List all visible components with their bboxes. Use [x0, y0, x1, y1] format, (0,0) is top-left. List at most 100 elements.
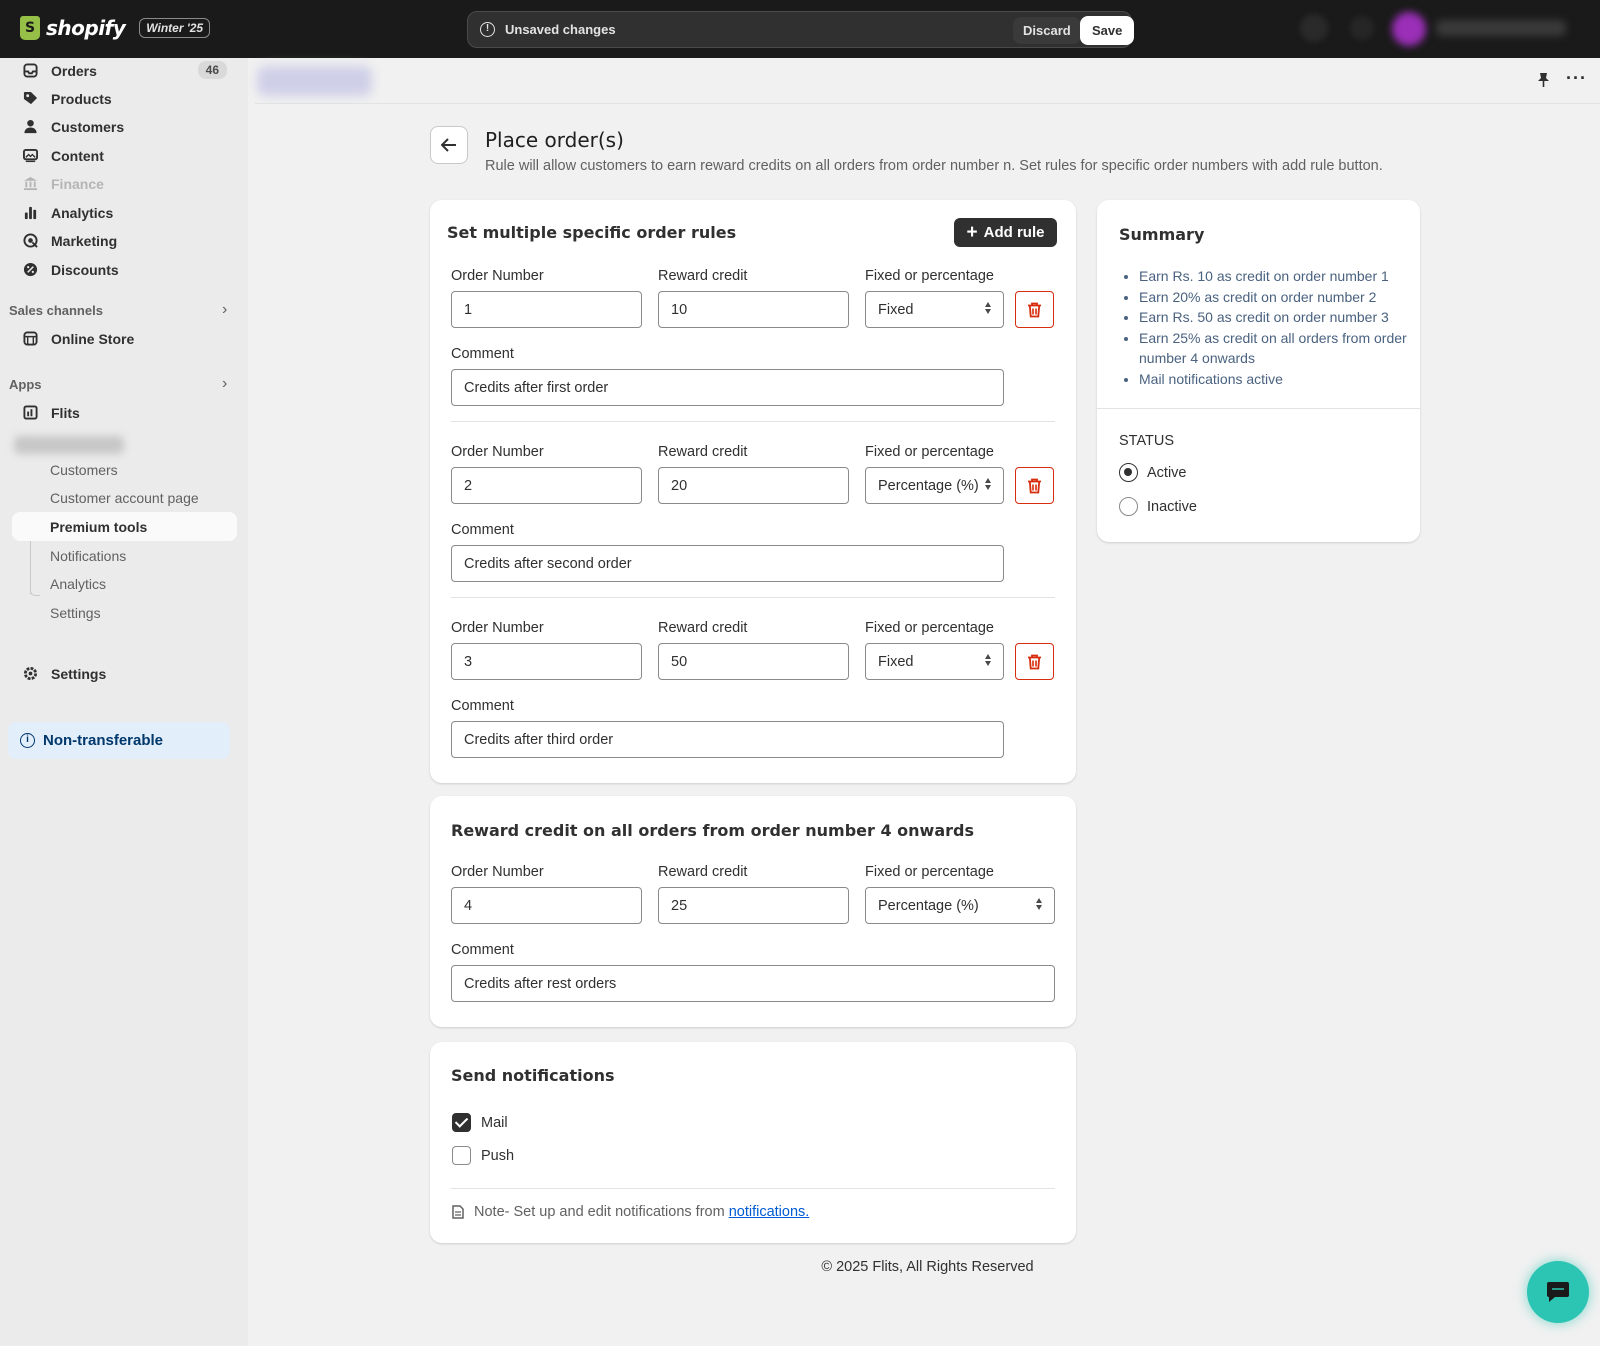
comment-input[interactable]: Credits after first order [451, 369, 1004, 406]
reward-credit-input[interactable]: 20 [658, 467, 849, 504]
chat-button[interactable] [1527, 1261, 1589, 1323]
notifications-card-title: Send notifications [451, 1066, 615, 1085]
reward-credit-label: Reward credit [658, 268, 748, 284]
blurred-app-item[interactable] [14, 436, 124, 454]
sidebar-item-label: Customers [51, 118, 125, 135]
footer-copyright: © 2025 Flits, All Rights Reserved [821, 1259, 1034, 1275]
bell-icon[interactable] [1350, 16, 1374, 40]
type-label: Fixed or percentage [865, 444, 994, 460]
comment-label: Comment [451, 942, 514, 958]
sub-item-analytics[interactable]: Analytics [12, 569, 237, 598]
type-label: Fixed or percentage [865, 620, 994, 636]
list-item: Earn Rs. 10 as credit on order number 1 [1139, 266, 1409, 287]
reward-credit-input[interactable]: 10 [658, 291, 849, 328]
list-item: Earn Rs. 50 as credit on order number 3 [1139, 307, 1409, 328]
app-header: ··· [255, 58, 1600, 104]
sidebar-item-orders[interactable]: Orders 46 [12, 56, 237, 85]
trash-icon [1028, 654, 1041, 669]
mail-checkbox[interactable] [452, 1113, 471, 1132]
add-rule-button[interactable]: + Add rule [954, 218, 1057, 247]
store-name[interactable] [1436, 20, 1566, 36]
sidebar-item-label: Content [51, 147, 104, 164]
notifications-divider [451, 1188, 1055, 1189]
sidebar-item-content[interactable]: Content [12, 141, 237, 170]
inbox-icon [22, 62, 39, 79]
save-button[interactable]: Save [1080, 16, 1135, 45]
type-select-value: Percentage (%) [878, 897, 979, 914]
push-checkbox[interactable] [452, 1146, 471, 1165]
top-bar: shopify Winter '25 ! Unsaved changes Dis… [0, 0, 1600, 58]
trash-icon [1028, 302, 1041, 317]
mail-checkbox-row[interactable]: Mail [452, 1113, 508, 1132]
shopify-logo[interactable]: shopify Winter '25 [20, 16, 211, 40]
sidebar-item-finance[interactable]: Finance [12, 169, 237, 198]
notifications-link[interactable]: notifications. [729, 1204, 810, 1220]
sub-item-notifications[interactable]: Notifications [12, 541, 237, 570]
sub-item-customers[interactable]: Customers [12, 455, 237, 484]
sidebar-item-label: Flits [51, 404, 80, 421]
comment-label: Comment [451, 698, 514, 714]
target-icon [22, 232, 39, 249]
chevron-right-icon[interactable]: › [222, 301, 227, 319]
sidebar-item-products[interactable]: Products [12, 84, 237, 113]
sidebar-item-customers[interactable]: Customers [12, 112, 237, 141]
add-rule-label: Add rule [983, 224, 1045, 241]
document-icon [452, 1205, 464, 1219]
delete-rule-button[interactable] [1015, 467, 1054, 504]
reward-credit-input[interactable]: 25 [658, 887, 849, 924]
rule-divider [451, 597, 1055, 598]
sub-item-settings[interactable]: Settings [12, 598, 237, 627]
active-radio[interactable] [1119, 463, 1138, 482]
order-number-label: Order Number [451, 444, 544, 460]
reward-credit-input[interactable]: 50 [658, 643, 849, 680]
delete-rule-button[interactable] [1015, 291, 1054, 328]
trash-icon [1028, 478, 1041, 493]
sidebar-item-flits[interactable]: Flits [12, 398, 237, 427]
sidebar-item-settings[interactable]: Settings [12, 659, 237, 688]
page-subtitle: Rule will allow customers to earn reward… [485, 158, 1383, 174]
search-icon[interactable] [1300, 14, 1328, 42]
sidebar-item-marketing[interactable]: Marketing [12, 226, 237, 255]
discount-icon [22, 261, 39, 278]
summary-card: Summary Earn Rs. 10 as credit on order n… [1097, 200, 1420, 542]
chat-bubble-icon [1547, 1282, 1569, 1302]
type-select[interactable]: Fixed [865, 291, 1004, 328]
edition-badge: Winter '25 [139, 18, 211, 38]
comment-input[interactable]: Credits after rest orders [451, 965, 1055, 1002]
sidebar-item-label: Products [51, 90, 112, 107]
rule-divider [451, 421, 1055, 422]
sidebar-item-analytics[interactable]: Analytics [12, 198, 237, 227]
type-select[interactable]: Percentage (%) [865, 887, 1055, 924]
push-checkbox-row[interactable]: Push [452, 1146, 514, 1165]
comment-input[interactable]: Credits after third order [451, 721, 1004, 758]
unsaved-changes-text: Unsaved changes [505, 22, 616, 37]
discard-button[interactable]: Discard [1013, 17, 1081, 44]
delete-rule-button[interactable] [1015, 643, 1054, 680]
comment-input[interactable]: Credits after second order [451, 545, 1004, 582]
order-number-input[interactable]: 3 [451, 643, 642, 680]
avatar[interactable] [1392, 12, 1426, 46]
non-transferable-banner[interactable]: i Non-transferable [8, 722, 230, 759]
list-item: Mail notifications active [1139, 369, 1409, 390]
type-select[interactable]: Percentage (%) [865, 467, 1004, 504]
bank-icon [22, 175, 39, 192]
sidebar-item-discounts[interactable]: Discounts [12, 255, 237, 284]
pin-icon[interactable] [1537, 72, 1550, 91]
sidebar-item-online-store[interactable]: Online Store [12, 324, 237, 353]
info-icon: i [20, 733, 35, 748]
order-number-input[interactable]: 2 [451, 467, 642, 504]
order-number-input[interactable]: 1 [451, 291, 642, 328]
inactive-radio[interactable] [1119, 497, 1138, 516]
chevron-right-icon[interactable]: › [222, 375, 227, 393]
status-inactive-option[interactable]: Inactive [1119, 497, 1197, 516]
back-button[interactable] [430, 126, 468, 164]
order-number-input[interactable]: 4 [451, 887, 642, 924]
sub-item-customer-account-page[interactable]: Customer account page [12, 483, 237, 512]
type-select[interactable]: Fixed [865, 643, 1004, 680]
select-arrows-icon [985, 654, 991, 666]
type-label: Fixed or percentage [865, 864, 994, 880]
sidebar-item-label: Discounts [51, 261, 119, 278]
sub-item-premium-tools[interactable]: Premium tools [12, 512, 237, 541]
more-icon[interactable]: ··· [1566, 68, 1587, 89]
status-active-option[interactable]: Active [1119, 463, 1187, 482]
